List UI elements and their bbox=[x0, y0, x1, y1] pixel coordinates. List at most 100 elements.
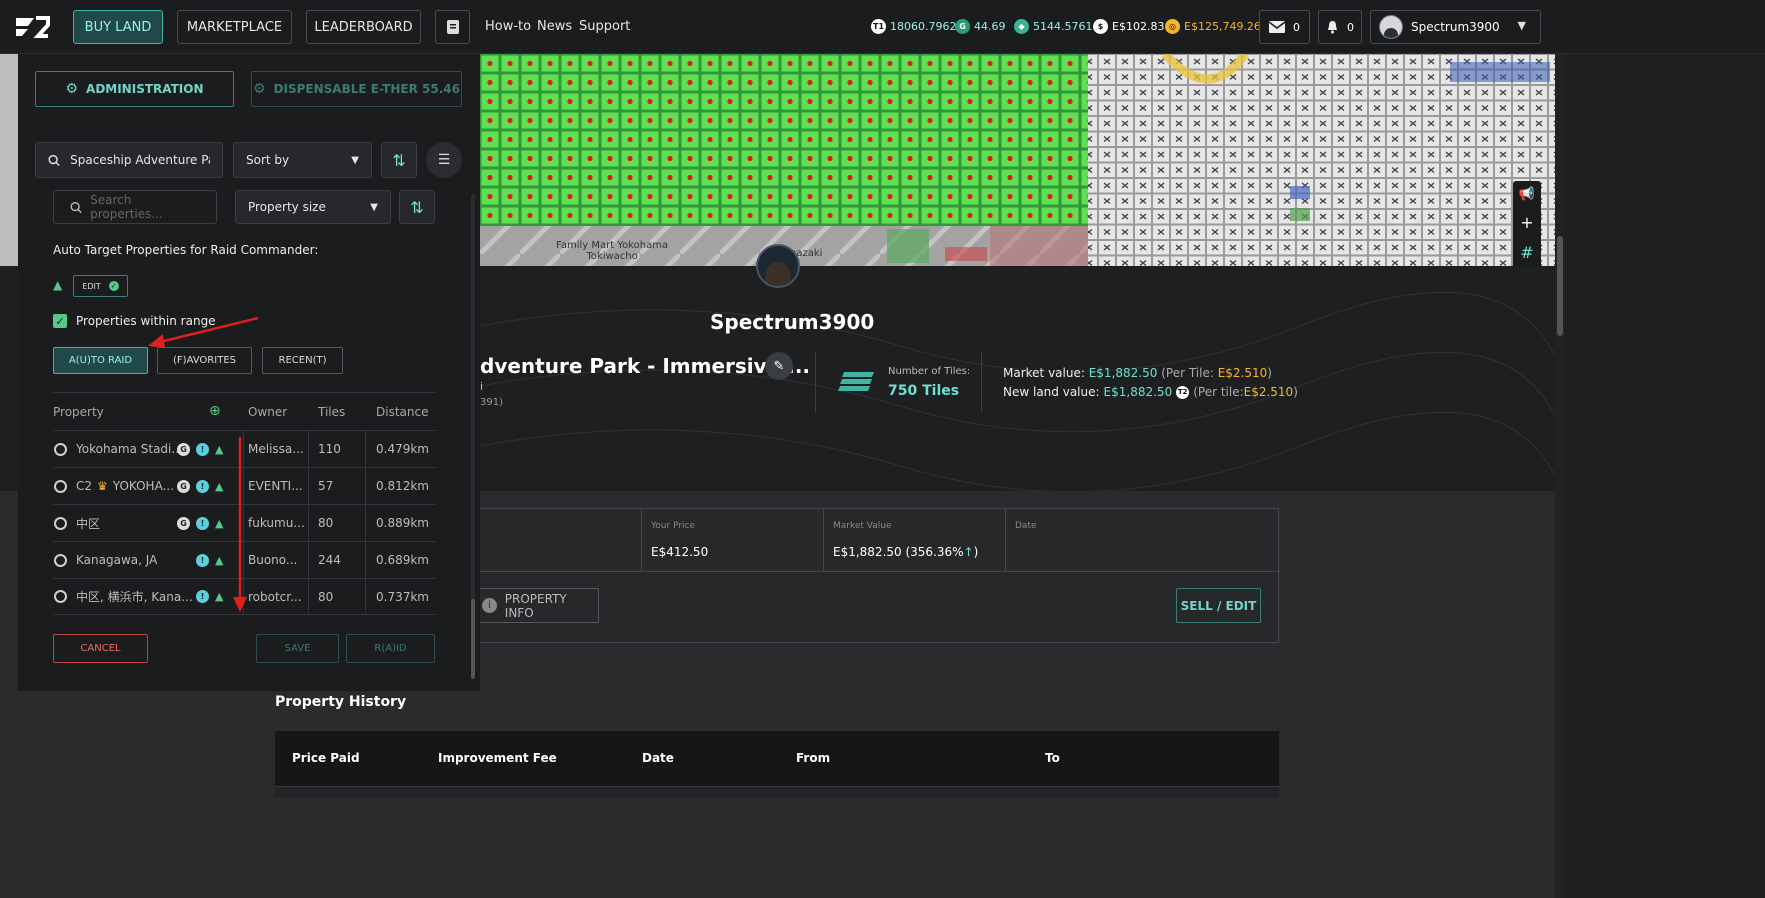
page-scrollbar-track[interactable] bbox=[1555, 54, 1565, 898]
row-badges: ! ▲ bbox=[196, 590, 223, 603]
dollar-balance: $ E$102.83 bbox=[1093, 19, 1164, 34]
filter-button[interactable]: ☰ bbox=[426, 142, 462, 178]
panel-scrollbar-thumb[interactable] bbox=[471, 599, 475, 679]
administration-tab[interactable]: ⚙ ADMINISTRATION bbox=[35, 71, 234, 107]
edit-button[interactable]: EDIT ✓ bbox=[73, 275, 128, 297]
table-row[interactable]: 中区 G ! ▲ fukumu... 80 0.889km bbox=[53, 504, 436, 541]
dispensable-ether-tab[interactable]: ⚙ DISPENSABLE E-THER 55.46 bbox=[251, 71, 462, 107]
document-icon bbox=[446, 20, 459, 34]
tree-icon: ▲ bbox=[215, 479, 224, 493]
mail-icon bbox=[1269, 21, 1285, 33]
market-value-text: E$1,882.50 (356.36% bbox=[833, 545, 964, 559]
row-owner: robotcr... bbox=[248, 589, 302, 604]
target-icon[interactable]: ⊕ bbox=[209, 403, 221, 419]
page-scrollbar-thumb[interactable] bbox=[1557, 236, 1563, 336]
row-badges: G ! ▲ bbox=[177, 442, 223, 456]
within-range-checkbox[interactable]: ✓ bbox=[53, 314, 67, 328]
chevron-down-icon: ▼ bbox=[1517, 19, 1526, 32]
coin-badge-icon: G bbox=[177, 516, 190, 530]
megaphone-icon[interactable]: 📢 bbox=[1519, 187, 1535, 202]
history-table-body bbox=[275, 786, 1279, 798]
map-place-label: Family Mart Yokohama Tokiwacho bbox=[556, 240, 669, 262]
property-info-label: PROPERTY INFO bbox=[504, 591, 567, 620]
gem-icon: G bbox=[955, 19, 970, 34]
size-sort-direction-button[interactable]: ⇅ bbox=[399, 190, 435, 224]
leaderboard-button[interactable]: LEADERBOARD bbox=[306, 10, 421, 44]
cancel-button[interactable]: CANCEL bbox=[53, 634, 148, 663]
gold-value: E$125,749.26 bbox=[1184, 20, 1261, 33]
administration-label: ADMINISTRATION bbox=[86, 82, 204, 96]
save-button[interactable]: SAVE bbox=[256, 634, 339, 663]
t1-token-icon: T1 bbox=[871, 19, 886, 34]
row-badges: G ! ▲ bbox=[177, 479, 224, 493]
history-table-header: Price Paid Improvement Fee Date From To bbox=[275, 731, 1279, 786]
table-row[interactable]: Yokohama Stadi... G ! ▲ Melissa... 110 0… bbox=[53, 430, 436, 467]
dispensable-label: DISPENSABLE E-THER 55.46 bbox=[273, 82, 460, 96]
auto-raid-tab[interactable]: A(U)TO RAID bbox=[53, 347, 148, 374]
notifications-button[interactable]: 0 bbox=[1318, 10, 1362, 44]
essence-icon: ◆ bbox=[1014, 19, 1029, 34]
row-tiles: 244 bbox=[318, 553, 341, 567]
row-radio[interactable] bbox=[54, 553, 67, 567]
row-distance: 0.479km bbox=[376, 442, 429, 456]
gem-value: 44.69 bbox=[974, 20, 1006, 33]
table-row[interactable]: C2 ♛ YOKOHA... G ! ▲ EVENTI... 57 0.812k… bbox=[53, 467, 436, 504]
sort-by-label: Sort by bbox=[246, 153, 290, 167]
logo-icon[interactable] bbox=[14, 14, 50, 40]
recent-tab[interactable]: RECEN(T) bbox=[262, 347, 343, 374]
search-icon bbox=[70, 201, 82, 213]
search-properties-input[interactable]: Search properties... bbox=[53, 190, 217, 224]
zoom-in-icon[interactable]: + bbox=[1520, 213, 1533, 232]
row-radio[interactable] bbox=[54, 442, 67, 456]
row-tiles: 80 bbox=[318, 516, 334, 530]
edit-title-button[interactable]: ✎ bbox=[765, 352, 793, 380]
search-value: Spaceship Adventure Par bbox=[70, 153, 210, 167]
marketplace-button[interactable]: MARKETPLACE bbox=[177, 10, 292, 44]
username: Spectrum3900 bbox=[1411, 20, 1500, 34]
tree-icon: ▲ bbox=[215, 516, 224, 530]
support-link[interactable]: Support bbox=[579, 19, 630, 34]
property-info-button[interactable]: i PROPERTY INFO bbox=[471, 588, 599, 623]
buy-land-button[interactable]: BUY LAND bbox=[73, 10, 163, 44]
mail-button[interactable]: 0 bbox=[1259, 10, 1310, 44]
news-link[interactable]: News bbox=[537, 19, 572, 34]
property-search-input[interactable]: Spaceship Adventure Par bbox=[35, 142, 223, 178]
sort-by-dropdown[interactable]: Sort by ▼ bbox=[233, 142, 372, 178]
row-property-prefix: C2 bbox=[76, 479, 93, 493]
sort-direction-button[interactable]: ⇅ bbox=[381, 142, 417, 178]
notification-count: 0 bbox=[1347, 20, 1354, 34]
essence-balance: ◆ 5144.5761 bbox=[1014, 19, 1093, 34]
row-property-name: Kanagawa, JA bbox=[76, 553, 158, 567]
per-tile-prefix-2: (Per tile: bbox=[1193, 385, 1244, 399]
bell-icon bbox=[1328, 21, 1337, 34]
row-radio[interactable] bbox=[54, 516, 67, 530]
row-radio[interactable] bbox=[54, 590, 67, 603]
grid-icon[interactable]: # bbox=[1520, 243, 1533, 262]
favorites-tab[interactable]: (F)AVORITES bbox=[157, 347, 252, 374]
document-button[interactable] bbox=[435, 10, 470, 44]
howto-link[interactable]: How-to bbox=[485, 19, 531, 34]
raid-button[interactable]: R(A)ID bbox=[346, 634, 435, 663]
panel-scrollbar-track[interactable] bbox=[471, 194, 475, 679]
alert-badge-icon: ! bbox=[196, 516, 209, 530]
properties-table-header: Property ⊕ Owner Tiles Distance bbox=[53, 392, 436, 430]
sell-edit-button[interactable]: SELL / EDIT bbox=[1176, 588, 1261, 623]
new-land-value: E$1,882.50 bbox=[1103, 385, 1173, 399]
chevron-down-icon: ▼ bbox=[351, 154, 359, 166]
row-radio[interactable] bbox=[54, 479, 67, 493]
property-size-dropdown[interactable]: Property size ▼ bbox=[235, 190, 391, 224]
table-row[interactable]: Kanagawa, JA ! ▲ Buono... 244 0.689km bbox=[53, 541, 436, 578]
property-subtitle: i bbox=[480, 380, 484, 393]
col-improvement-fee: Improvement Fee bbox=[438, 751, 557, 765]
col-distance: Distance bbox=[376, 405, 429, 419]
within-range-label: Properties within range bbox=[76, 314, 216, 328]
tiles-count: 750 Tiles bbox=[888, 383, 960, 399]
user-menu[interactable]: Spectrum3900 ▼ bbox=[1370, 10, 1541, 44]
row-tiles: 110 bbox=[318, 442, 341, 456]
row-distance: 0.689km bbox=[376, 553, 429, 567]
map-toolbar: 📢 + # − bbox=[1513, 181, 1541, 266]
owner-avatar[interactable] bbox=[756, 244, 800, 288]
new-land-per-tile: E$2.510 bbox=[1243, 385, 1294, 399]
table-row[interactable]: 中区, 横浜市, Kana... ! ▲ robotcr... 80 0.737… bbox=[53, 578, 436, 615]
divider bbox=[981, 352, 982, 412]
